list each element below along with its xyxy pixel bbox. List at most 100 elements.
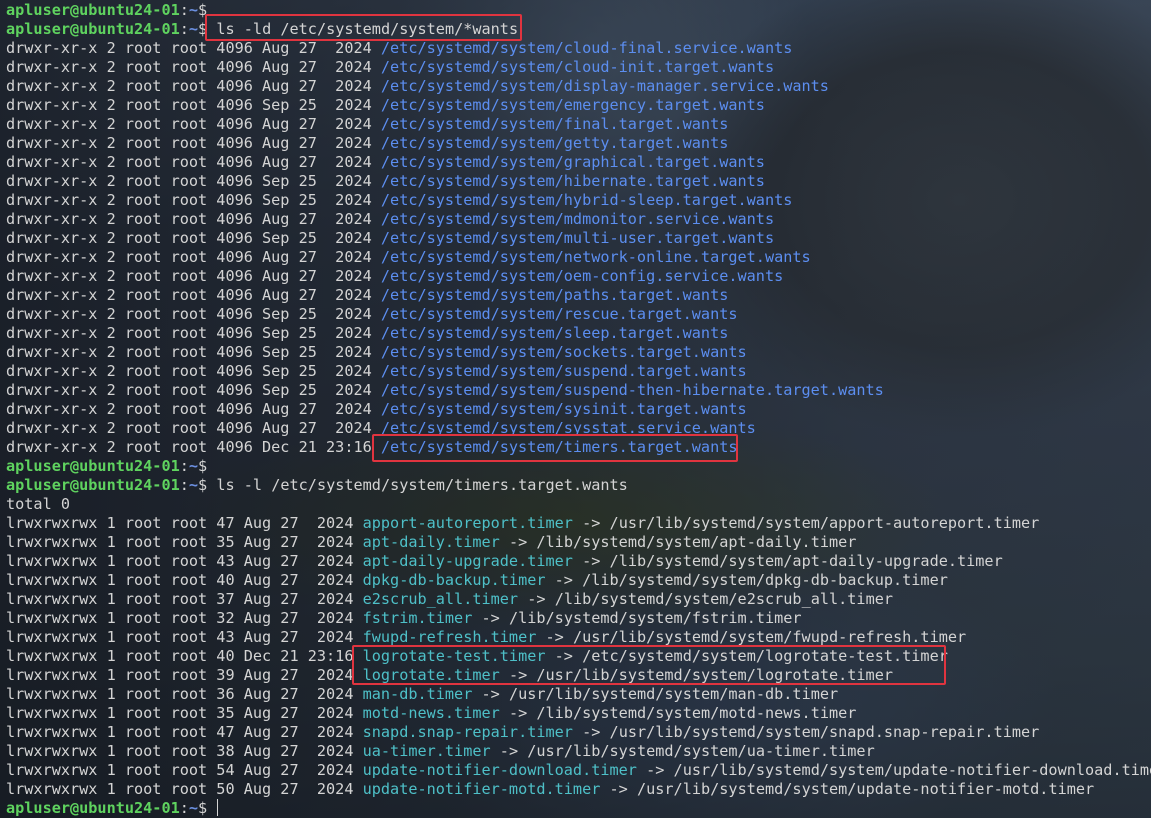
dir-listing-row: drwxr-xr-x 2 root root 4096 Sep 25 2024 … xyxy=(6,305,1151,324)
prompt-line: apluser@ubuntu24-01:~$ xyxy=(6,799,1151,818)
symlink-listing-row: lrwxrwxrwx 1 root root 32 Aug 27 2024 fs… xyxy=(6,609,1151,628)
dir-meta: drwxr-xr-x 2 root root 4096 Aug 27 2024 xyxy=(6,115,372,133)
link-name: ua-timer.timer xyxy=(362,742,491,760)
symlink-listing-row: lrwxrwxrwx 1 root root 38 Aug 27 2024 ua… xyxy=(6,742,1151,761)
link-meta: lrwxrwxrwx 1 root root 35 Aug 27 2024 xyxy=(6,704,354,722)
terminal-output[interactable]: apluser@ubuntu24-01:~$ apluser@ubuntu24-0… xyxy=(6,1,1151,818)
link-meta: lrwxrwxrwx 1 root root 40 Dec 21 23:16 xyxy=(6,647,354,665)
link-name: dpkg-db-backup.timer xyxy=(362,571,546,589)
prompt-path: ~ xyxy=(188,476,199,494)
dir-listing-row: drwxr-xr-x 2 root root 4096 Sep 25 2024 … xyxy=(6,172,1151,191)
dir-listing-row: drwxr-xr-x 2 root root 4096 Sep 25 2024 … xyxy=(6,229,1151,248)
dir-meta: drwxr-xr-x 2 root root 4096 Sep 25 2024 xyxy=(6,381,372,399)
highlight-box-timers-wants xyxy=(372,434,738,462)
link-meta: lrwxrwxrwx 1 root root 35 Aug 27 2024 xyxy=(6,533,354,551)
prompt-user-host: apluser@ubuntu24-01 xyxy=(6,1,180,19)
prompt-line: apluser@ubuntu24-01:~$ ls -ld /etc/syste… xyxy=(6,20,1151,39)
link-name: fstrim.timer xyxy=(362,609,473,627)
dir-path: /etc/systemd/system/suspend.target.wants xyxy=(380,362,747,380)
link-arrow: -> xyxy=(508,533,528,551)
dir-meta: drwxr-xr-x 2 root root 4096 Aug 27 2024 xyxy=(6,400,372,418)
prompt-symbol: $ xyxy=(198,457,208,475)
link-meta: lrwxrwxrwx 1 root root 40 Aug 27 2024 xyxy=(6,571,354,589)
dir-meta: drwxr-xr-x 2 root root 4096 Sep 25 2024 xyxy=(6,172,372,190)
dir-listing-row: drwxr-xr-x 2 root root 4096 Sep 25 2024 … xyxy=(6,362,1151,381)
dir-listing-row: drwxr-xr-x 2 root root 4096 Aug 27 2024 … xyxy=(6,267,1151,286)
dir-path: /etc/systemd/system/mdmonitor.service.wa… xyxy=(380,210,775,228)
link-arrow: -> xyxy=(554,571,573,589)
link-meta: lrwxrwxrwx 1 root root 50 Aug 27 2024 xyxy=(6,780,354,798)
symlink-listing-row: lrwxrwxrwx 1 root root 47 Aug 27 2024 ap… xyxy=(6,514,1151,533)
dir-listing-row: drwxr-xr-x 2 root root 4096 Sep 25 2024 … xyxy=(6,343,1151,362)
dir-meta: drwxr-xr-x 2 root root 4096 Aug 27 2024 xyxy=(6,39,372,57)
dir-path: /etc/systemd/system/paths.target.wants xyxy=(380,286,729,304)
link-meta: lrwxrwxrwx 1 root root 37 Aug 27 2024 xyxy=(6,590,354,608)
dir-path: /etc/systemd/system/oem-config.service.w… xyxy=(380,267,784,285)
link-arrow: -> xyxy=(481,685,500,703)
prompt-user-host: apluser@ubuntu24-01 xyxy=(6,20,180,38)
prompt-user-host: apluser@ubuntu24-01 xyxy=(6,457,180,475)
prompt-path: ~ xyxy=(188,1,199,19)
prompt-path: ~ xyxy=(188,799,199,817)
dir-meta: drwxr-xr-x 2 root root 4096 Sep 25 2024 xyxy=(6,191,372,209)
command-text: ls -l /etc/systemd/system/timers.target.… xyxy=(216,476,628,494)
symlink-listing-row: lrwxrwxrwx 1 root root 47 Aug 27 2024 sn… xyxy=(6,723,1151,742)
dir-meta: drwxr-xr-x 2 root root 4096 Sep 25 2024 xyxy=(6,343,372,361)
link-name: apport-autoreport.timer xyxy=(362,514,573,532)
prompt-line: apluser@ubuntu24-01:~$ xyxy=(6,1,1151,20)
dir-meta: drwxr-xr-x 2 root root 4096 Aug 27 2024 xyxy=(6,248,372,266)
link-name: update-notifier-motd.timer xyxy=(362,780,601,798)
dir-path: /etc/systemd/system/getty.target.wants xyxy=(380,134,729,152)
dir-meta: drwxr-xr-x 2 root root 4096 Aug 27 2024 xyxy=(6,153,372,171)
dir-listing-row: drwxr-xr-x 2 root root 4096 Aug 27 2024 … xyxy=(6,286,1151,305)
symlink-listing-row: lrwxrwxrwx 1 root root 37 Aug 27 2024 e2… xyxy=(6,590,1151,609)
link-meta: lrwxrwxrwx 1 root root 47 Aug 27 2024 xyxy=(6,514,354,532)
dir-path: /etc/systemd/system/network-online.targe… xyxy=(380,248,811,266)
highlight-box-command xyxy=(205,14,522,41)
symlink-listing-row: lrwxrwxrwx 1 root root 36 Aug 27 2024 ma… xyxy=(6,685,1151,704)
link-target: /lib/systemd/system/apt-daily.timer xyxy=(536,533,857,551)
dir-path: /etc/systemd/system/rescue.target.wants xyxy=(380,305,738,323)
prompt-symbol: $ xyxy=(198,476,208,494)
link-name: fwupd-refresh.timer xyxy=(362,628,537,646)
dir-meta: drwxr-xr-x 2 root root 4096 Sep 25 2024 xyxy=(6,229,372,247)
link-target: /usr/lib/systemd/system/update-notifier-… xyxy=(673,761,1151,779)
link-meta: lrwxrwxrwx 1 root root 43 Aug 27 2024 xyxy=(6,628,354,646)
dir-listing-row: drwxr-xr-x 2 root root 4096 Aug 27 2024 … xyxy=(6,58,1151,77)
total-text: total 0 xyxy=(6,495,71,513)
dir-meta: drwxr-xr-x 2 root root 4096 Aug 27 2024 xyxy=(6,210,372,228)
link-arrow: -> xyxy=(499,742,519,760)
dir-meta: drwxr-xr-x 2 root root 4096 Sep 25 2024 xyxy=(6,305,372,323)
dir-listing-row: drwxr-xr-x 2 root root 4096 Aug 27 2024 … xyxy=(6,153,1151,172)
link-target: /usr/lib/systemd/system/ua-timer.timer xyxy=(527,742,875,760)
link-meta: lrwxrwxrwx 1 root root 36 Aug 27 2024 xyxy=(6,685,354,703)
dir-path: /etc/systemd/system/suspend-then-hiberna… xyxy=(380,381,884,399)
link-arrow: -> xyxy=(582,552,601,570)
link-meta: lrwxrwxrwx 1 root root 32 Aug 27 2024 xyxy=(6,609,354,627)
link-name: apt-daily.timer xyxy=(362,533,500,551)
dir-listing-row: drwxr-xr-x 2 root root 4096 Sep 25 2024 … xyxy=(6,96,1151,115)
dir-path: /etc/systemd/system/cloud-init.target.wa… xyxy=(380,58,775,76)
dir-listing-row: drwxr-xr-x 2 root root 4096 Aug 27 2024 … xyxy=(6,115,1151,134)
dir-path: /etc/systemd/system/final.target.wants xyxy=(380,115,729,133)
link-target: /usr/lib/systemd/system/apport-autorepor… xyxy=(609,514,1040,532)
link-arrow: -> xyxy=(582,514,601,532)
dir-meta: drwxr-xr-x 2 root root 4096 Dec 21 23:16 xyxy=(6,438,372,456)
link-target: /usr/lib/systemd/system/man-db.timer xyxy=(508,685,839,703)
dir-path: /etc/systemd/system/multi-user.target.wa… xyxy=(380,229,775,247)
link-target: /lib/systemd/system/fstrim.timer xyxy=(508,609,802,627)
link-meta: lrwxrwxrwx 1 root root 38 Aug 27 2024 xyxy=(6,742,354,760)
dir-meta: drwxr-xr-x 2 root root 4096 Aug 27 2024 xyxy=(6,134,372,152)
symlink-listing-row: lrwxrwxrwx 1 root root 40 Aug 27 2024 dp… xyxy=(6,571,1151,590)
prompt-user-host: apluser@ubuntu24-01 xyxy=(6,799,180,817)
text-cursor[interactable] xyxy=(217,799,219,816)
prompt-colon: : xyxy=(179,799,189,817)
prompt-path: ~ xyxy=(188,457,199,475)
link-meta: lrwxrwxrwx 1 root root 43 Aug 27 2024 xyxy=(6,552,354,570)
prompt-path: ~ xyxy=(188,20,199,38)
prompt-colon: : xyxy=(179,457,189,475)
dir-meta: drwxr-xr-x 2 root root 4096 Sep 25 2024 xyxy=(6,362,372,380)
dir-meta: drwxr-xr-x 2 root root 4096 Sep 25 2024 xyxy=(6,96,372,114)
dir-meta: drwxr-xr-x 2 root root 4096 Aug 27 2024 xyxy=(6,58,372,76)
dir-path: /etc/systemd/system/display-manager.serv… xyxy=(380,77,829,95)
